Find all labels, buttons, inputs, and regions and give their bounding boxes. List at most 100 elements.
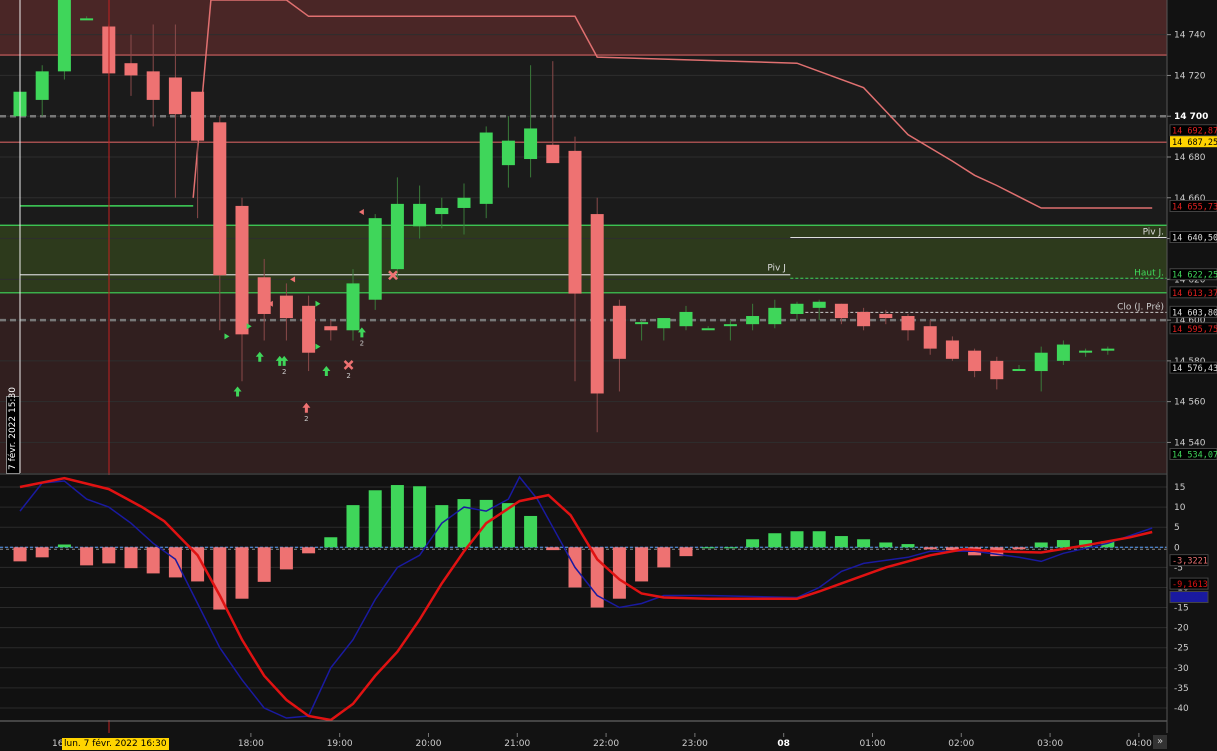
candle-body [590, 214, 604, 394]
macd-histogram-bar [13, 547, 27, 562]
macd-histogram-bar [834, 536, 848, 548]
macd-histogram-bar [701, 547, 715, 549]
price-tick-label: 14 740 [1174, 31, 1206, 41]
time-tick-label: 23:00 [682, 739, 708, 749]
candle-body [413, 203, 427, 227]
price-tag-label: 14 622,25 [1172, 271, 1217, 281]
candle-body [435, 207, 449, 215]
scroll-right-button[interactable]: » [1153, 735, 1167, 749]
candle-body [257, 277, 271, 314]
macd-histogram-bar [146, 547, 160, 574]
macd-histogram-bar [457, 499, 471, 548]
candle-body [346, 283, 360, 331]
macd-tag-label: -3,3221 [1172, 557, 1208, 567]
macd-histogram-bar [923, 547, 937, 550]
time-axis[interactable]: 18:00 19:00 20:00 21:00 22:00 23:00 08 01:00 02:… [0, 733, 1167, 751]
candle-body [901, 316, 915, 331]
price-tick-label: 14 680 [1174, 153, 1206, 163]
macd-tick-label: 10 [1174, 503, 1186, 513]
price-tag-label: 14 640,50 [1172, 234, 1217, 244]
macd-tick-label: -35 [1174, 684, 1189, 694]
candle-body [635, 322, 649, 325]
price-tick-label: 14 560 [1174, 398, 1206, 408]
time-tick-label: 08 [777, 739, 790, 749]
macd-histogram-bar [1012, 547, 1026, 550]
candle-body [35, 71, 49, 100]
candle-body [879, 313, 893, 319]
candle [368, 214, 382, 310]
candle-body [124, 63, 138, 76]
macd-histogram-bar [857, 539, 871, 548]
time-tick-label: 21:00 [504, 739, 530, 749]
macd-histogram-bar [346, 505, 360, 548]
time-tick-label: 18:00 [238, 739, 264, 749]
time-tick-label: 03:00 [1037, 739, 1063, 749]
price-tag-label: 14 595,75 [1172, 325, 1217, 335]
candle-body [1079, 350, 1093, 353]
candle-body [790, 303, 804, 314]
macd-histogram-bar [1034, 542, 1048, 548]
time-tick-label: 01:00 [860, 739, 886, 749]
macd-tick-label: 15 [1174, 483, 1185, 493]
price-tag-label: 14 534,07 [1172, 451, 1217, 461]
macd-histogram-bar [612, 547, 626, 599]
macd-histogram-bar [235, 547, 249, 599]
macd-histogram-bar [368, 490, 382, 548]
candle-body [235, 205, 249, 335]
cursor-vertical-label: 7 févr. 2022 15:30 [6, 387, 20, 474]
macd-tick-label: -30 [1174, 664, 1189, 674]
candle-body [834, 303, 848, 319]
candle-body [968, 350, 982, 372]
signal-note: 2 [346, 372, 350, 380]
price-axis[interactable]: 14 54014 56014 58014 60014 62014 64014 6… [1166, 0, 1217, 751]
today-level-label: Haut J. [1134, 268, 1164, 278]
trading-chart[interactable]: Piv J Piv J. Haut J. Clo (J. Pré) 2 2 2 2 14 54… [0, 0, 1217, 751]
candle-body [279, 295, 293, 319]
macd-histogram-bar [435, 505, 449, 548]
candle-body [1101, 348, 1115, 351]
price-tick-label: 14 540 [1174, 438, 1206, 448]
candle-body [568, 150, 582, 294]
signal-note: 2 [304, 415, 308, 423]
macd-histogram-bar [790, 531, 804, 548]
candle-body [679, 311, 693, 327]
price-tag-label: 14 603,80 [1172, 308, 1217, 318]
macd-histogram-bar [124, 547, 138, 569]
macd-histogram-bar [35, 547, 49, 558]
candle-body [324, 326, 338, 331]
macd-histogram-bar [768, 533, 782, 548]
candle-body [501, 140, 515, 166]
macd-background [0, 475, 1167, 720]
price-tag-label: 14 613,37 [1172, 289, 1217, 299]
macd-histogram-bar [635, 547, 649, 582]
candle-body [990, 360, 1004, 380]
candle-body [768, 307, 782, 325]
macd-histogram-bar [524, 515, 538, 548]
macd-indicator-pane[interactable] [0, 475, 1167, 722]
candle-body [701, 328, 715, 331]
macd-histogram-bar [657, 547, 671, 568]
candle-body [857, 311, 871, 327]
macd-tag-label: -9,1613 [1172, 580, 1208, 590]
candle-body [479, 132, 493, 204]
candle-body [80, 18, 94, 21]
price-tag-label: 14 576,43 [1172, 364, 1217, 374]
time-tick-label: 04:00 [1126, 739, 1152, 749]
time-axis-background [0, 733, 1167, 751]
time-tick-label: 20:00 [416, 739, 442, 749]
candle-body [57, 0, 71, 72]
macd-histogram-bar [546, 547, 560, 551]
candle-body [612, 305, 626, 359]
candle-body [168, 77, 182, 115]
macd-histogram-bar [57, 544, 71, 548]
macd-histogram-bar [723, 547, 737, 549]
macd-histogram-bar [901, 544, 915, 548]
time-tick-label: 02:00 [948, 739, 974, 749]
candle [57, 0, 71, 80]
pivot-zone [0, 225, 1167, 293]
candle-body [457, 197, 471, 208]
candle-body [657, 318, 671, 329]
price-tick-label: 14 720 [1174, 71, 1206, 81]
candle-body [390, 203, 404, 270]
macd-histogram-bar [80, 547, 94, 566]
